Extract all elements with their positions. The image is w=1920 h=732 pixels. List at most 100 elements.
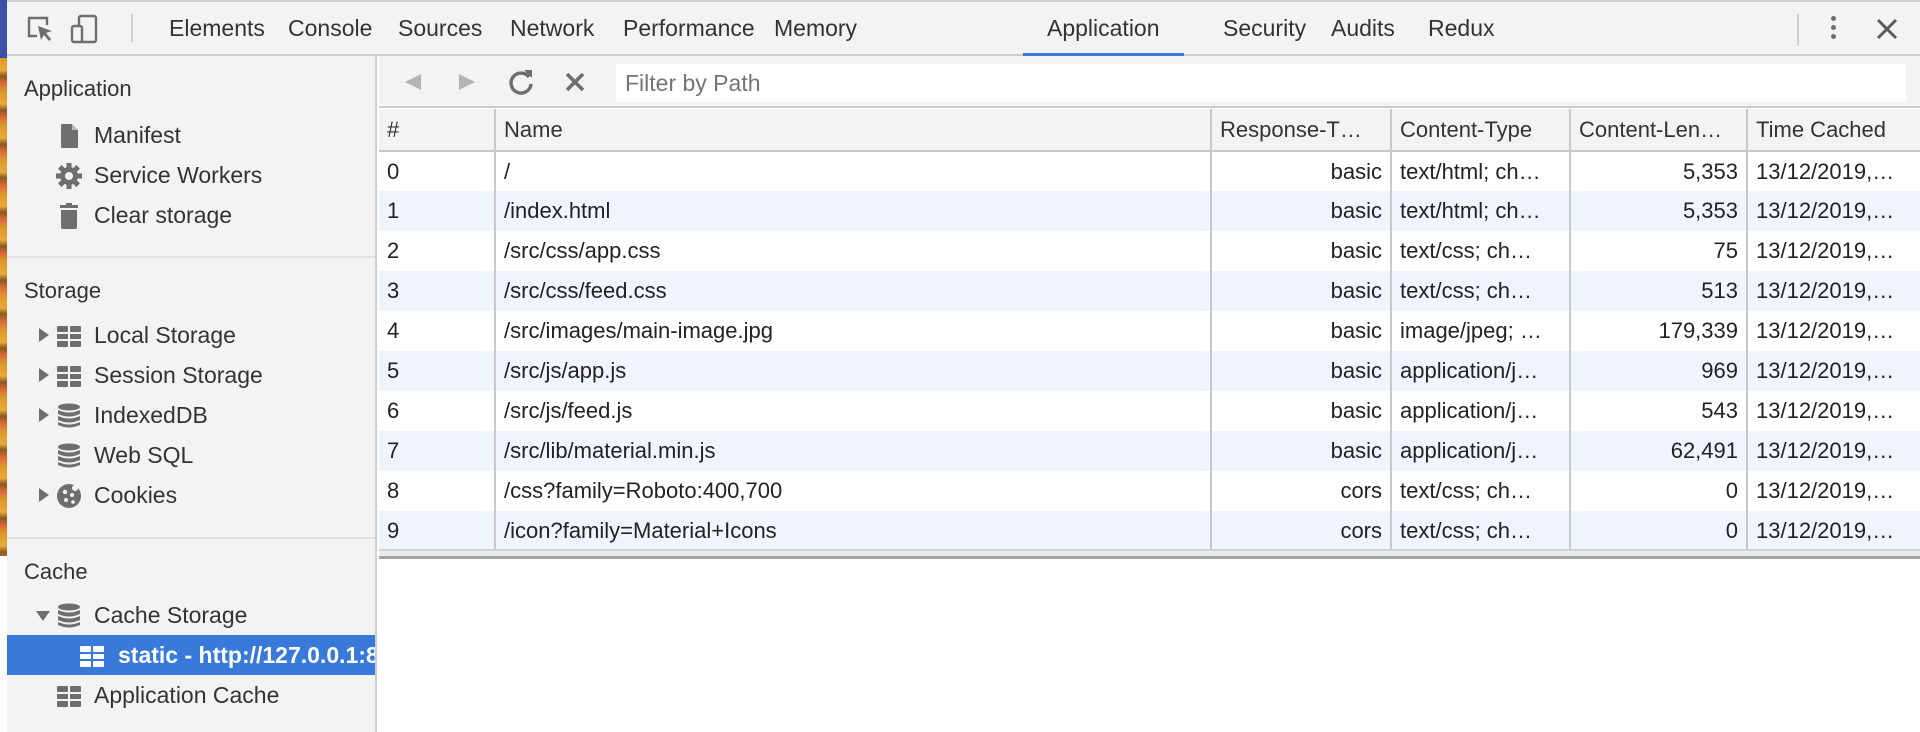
sidebar-item-web-sql[interactable]: Web SQL [7,435,375,475]
inspect-element-button[interactable] [25,14,55,44]
cell-response-type: basic [1211,311,1392,351]
cell-content-type: text/html; ch… [1391,191,1571,231]
table-row[interactable]: 1/index.html basic text/html; ch… 5,353 13/1… [379,191,1920,231]
close-icon [1876,18,1898,40]
expand-arrow-icon[interactable] [36,395,52,435]
cell-name: /icon?family=Material+Icons [495,511,1212,551]
cell-content-length: 5,353 [1570,191,1748,231]
cache-toolbar [379,56,1920,108]
triangle-right-icon [459,74,475,90]
cell-index: 7 [379,431,496,471]
cell-response-type: basic [1211,431,1392,471]
cell-name: /src/css/feed.css [495,271,1212,311]
sidebar-item-label: Cookies [94,482,178,508]
cell-time-cached: 13/12/2019,… [1747,391,1920,431]
cell-time-cached: 13/12/2019,… [1747,151,1920,191]
gear-icon [56,163,82,189]
cell-time-cached: 13/12/2019,… [1747,351,1920,391]
table-row[interactable]: 4/src/images/main-image.jpg basic image/jp… [379,311,1920,351]
table-row[interactable]: 2/src/css/app.css basic text/css; ch… 75 13/… [379,231,1920,271]
sidebar-item-local-storage[interactable]: Local Storage [7,315,375,355]
sidebar-item-session-storage[interactable]: Session Storage [7,355,375,395]
sidebar-item-label: Cache Storage [94,602,248,628]
close-devtools-button[interactable] [1872,12,1902,46]
sidebar-item-service-workers[interactable]: Service Workers [7,155,375,195]
column-header-index[interactable]: # [379,109,496,152]
section-title-cache: Cache [24,559,88,584]
table-row[interactable]: 6/src/js/feed.js basic application/j… 543 13… [379,391,1920,431]
cell-content-length: 179,339 [1570,311,1748,351]
cell-name: / [495,151,1212,191]
sidebar-item-label: Application Cache [94,682,280,708]
cell-index: 6 [379,391,496,431]
column-header-response-type[interactable]: Response-T… [1211,109,1392,152]
previous-page-button[interactable] [397,66,429,98]
sidebar-item-application-cache[interactable]: Application Cache [7,675,375,715]
cell-content-length: 543 [1570,391,1748,431]
cell-content-length: 62,491 [1570,431,1748,471]
tab-memory[interactable]: Memory [750,2,881,56]
sidebar-item-label: Local Storage [94,322,236,348]
table-row[interactable]: 8/css?family=Roboto:400,700 cors text/css;… [379,471,1920,511]
cell-content-type: text/css; ch… [1391,471,1571,511]
inspect-cursor-icon [27,16,52,41]
column-header-time-cached[interactable]: Time Cached [1747,109,1920,152]
section-title-storage: Storage [24,278,102,303]
window-edge [0,0,7,732]
delete-selected-button[interactable] [559,66,591,98]
expand-arrow-icon[interactable] [36,475,52,515]
refresh-button[interactable] [505,66,537,98]
column-header-name[interactable]: Name [495,109,1212,152]
sidebar-item-cache-storage[interactable]: Cache Storage [7,595,375,635]
cache-entries-table: # Name Response-T… Content-Type Content-… [379,109,1920,551]
cell-response-type: basic [1211,151,1392,191]
table-row[interactable]: 9/icon?family=Material+Icons cors text/css… [379,511,1920,551]
sidebar-item-cookies[interactable]: Cookies [7,475,375,515]
cell-content-length: 5,353 [1570,151,1748,191]
devtools-tabbar: Elements Console Sources Network Perform… [7,0,1920,56]
grid-icon [57,686,81,707]
grid-icon [80,646,104,667]
kebab-dot-icon [1830,34,1836,39]
cell-content-type: text/css; ch… [1391,271,1571,311]
cell-content-length: 513 [1570,271,1748,311]
sidebar-item-static-cache[interactable]: static - http://127.0.0.1:8 [7,635,375,675]
filter-by-path-input[interactable] [616,64,1906,102]
preview-split-handle[interactable] [379,549,1920,559]
section-divider [7,537,375,539]
column-header-content-length[interactable]: Content-Len… [1570,109,1748,152]
cell-content-type: text/html; ch… [1391,151,1571,191]
tab-audits[interactable]: Audits [1307,2,1419,56]
cell-content-length: 0 [1570,471,1748,511]
table-row[interactable]: 5/src/js/app.js basic application/j… 969 13/… [379,351,1920,391]
cell-time-cached: 13/12/2019,… [1747,231,1920,271]
expand-arrow-icon[interactable] [36,355,52,395]
next-page-button[interactable] [451,66,483,98]
device-toolbar-button[interactable] [69,14,99,44]
cell-response-type: basic [1211,271,1392,311]
expand-arrow-icon[interactable] [36,315,52,355]
cell-index: 9 [379,511,496,551]
sidebar-item-manifest[interactable]: Manifest [7,115,375,155]
cell-index: 1 [379,191,496,231]
cell-name: /src/lib/material.min.js [495,431,1212,471]
table-row[interactable]: 0/basic text/html; ch… 5,353 13/12/2019,… [379,151,1920,191]
sidebar-item-clear-storage[interactable]: Clear storage [7,195,375,235]
cell-content-type: application/j… [1391,391,1571,431]
cell-index: 3 [379,271,496,311]
collapse-arrow-icon[interactable] [36,595,52,635]
column-header-content-type[interactable]: Content-Type [1391,109,1571,152]
sidebar-item-indexeddb[interactable]: IndexedDB [7,395,375,435]
cell-index: 0 [379,151,496,191]
cache-entries-grid: # Name Response-T… Content-Type Content-… [379,109,1920,553]
cell-index: 4 [379,311,496,351]
tab-redux[interactable]: Redux [1404,2,1518,56]
cell-time-cached: 13/12/2019,… [1747,431,1920,471]
table-row[interactable]: 7/src/lib/material.min.js basic applicatio… [379,431,1920,471]
cell-time-cached: 13/12/2019,… [1747,271,1920,311]
more-options-button[interactable] [1823,16,1843,44]
cell-name: /src/js/app.js [495,351,1212,391]
cell-name: /css?family=Roboto:400,700 [495,471,1212,511]
tab-application[interactable]: Application [1023,2,1184,56]
table-row[interactable]: 3/src/css/feed.css basic text/css; ch… 513 1… [379,271,1920,311]
